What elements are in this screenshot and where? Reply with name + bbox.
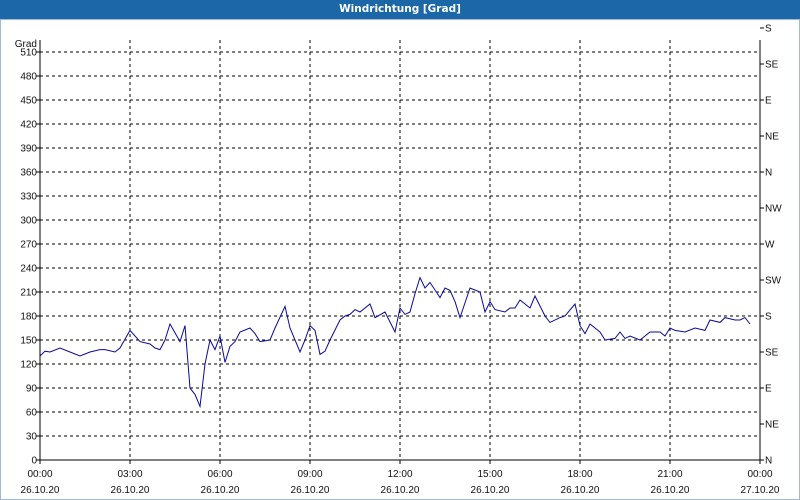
y-tick-label: 210 [20, 288, 37, 299]
y-tick-label: 360 [20, 168, 37, 179]
y-tick-label: 60 [26, 408, 38, 419]
y2-tick-label: NE [765, 420, 779, 431]
y-tick-label: 270 [20, 240, 37, 251]
x-tick-time-label: 15:00 [477, 469, 502, 480]
x-tick-time-label: 12:00 [387, 469, 412, 480]
y2-tick-label: W [765, 240, 775, 251]
y-tick-label: 0 [31, 456, 37, 467]
x-tick-date-label: 26.10.20 [651, 485, 690, 496]
y-tick-label: 90 [26, 384, 38, 395]
y2-tick-label: E [765, 384, 772, 395]
y-tick-label: 180 [20, 312, 37, 323]
y2-tick-label: N [765, 168, 772, 179]
y2-tick-label: E [765, 96, 772, 107]
x-tick-date-label: 26.10.20 [471, 485, 510, 496]
x-tick-time-label: 06:00 [207, 469, 232, 480]
x-tick-date-label: 26.10.20 [21, 485, 60, 496]
y2-tick-label: SE [765, 348, 779, 359]
x-tick-date-label: 27.10.20 [741, 485, 780, 496]
x-tick-date-label: 26.10.20 [111, 485, 150, 496]
wind-direction-series-line [39, 276, 751, 409]
y-tick-label: 390 [20, 144, 37, 155]
y2-tick-label: S [765, 24, 772, 35]
y2-tick-label: S [765, 312, 772, 323]
x-tick-time-label: 00:00 [747, 469, 772, 480]
x-tick-time-label: 21:00 [657, 469, 682, 480]
y-tick-label: 240 [20, 264, 37, 275]
x-tick-time-label: 00:00 [27, 469, 52, 480]
x-tick-time-label: 18:00 [567, 469, 592, 480]
x-tick-date-label: 26.10.20 [201, 485, 240, 496]
y2-tick-label: NE [765, 132, 779, 143]
y-tick-label: 150 [20, 336, 37, 347]
y-tick-label: 450 [20, 96, 37, 107]
y-tick-label: 330 [20, 192, 37, 203]
y2-tick-label: SW [765, 276, 782, 287]
wind-direction-chart: 0 30 60 90 120 150 180 210 240 270 300 330 360 390 420… [15, 24, 782, 497]
x-tick-time-label: 03:00 [117, 469, 142, 480]
x-tick-date-label: 26.10.20 [381, 485, 420, 496]
x-tick-date-label: 26.10.20 [561, 485, 600, 496]
y-tick-label: 420 [20, 120, 37, 131]
y2-tick-label: SE [765, 60, 779, 71]
y-axis-title: Grad [15, 39, 37, 50]
y-tick-label: 300 [20, 216, 37, 227]
y2-tick-label: NW [765, 204, 782, 215]
x-tick-date-label: 26.10.20 [291, 485, 330, 496]
y-tick-label: 120 [20, 360, 37, 371]
y-tick-label: 480 [20, 72, 37, 83]
y-tick-label: 30 [26, 432, 38, 443]
y2-tick-label: N [765, 456, 772, 467]
x-tick-time-label: 09:00 [297, 469, 322, 480]
